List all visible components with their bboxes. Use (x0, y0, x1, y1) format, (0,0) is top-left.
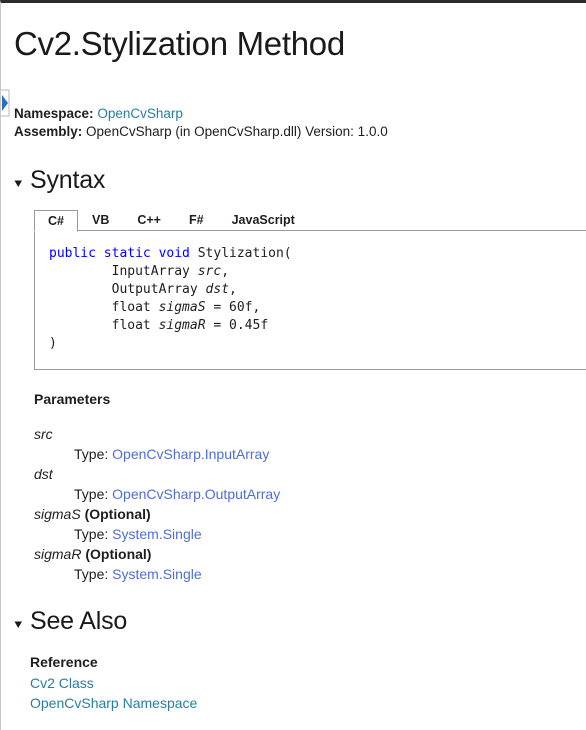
syntax-code-area: C# VB C++ F# JavaScript public static void S… (1, 209, 586, 370)
metadata-block: Namespace: OpenCvSharp Assembly: OpenCvS… (1, 65, 586, 141)
type-label: Type: (74, 526, 113, 542)
syntax-heading: Syntax (30, 166, 106, 194)
language-tab-f[interactable]: F# (175, 209, 218, 231)
namespace-line: Namespace: OpenCvSharp (14, 105, 586, 123)
language-tab-javascript[interactable]: JavaScript (218, 209, 309, 231)
parameter-type-row: Type: OpenCvSharp.InputArray (34, 444, 586, 464)
page-content: Cv2.Stylization Method Namespace: OpenCv… (1, 3, 586, 713)
see-also-links: Cv2 Class OpenCvSharp Namespace (30, 673, 586, 713)
reference-title: Reference (30, 654, 98, 670)
parameter-optional-tag: (Optional) (81, 546, 152, 562)
parameter-name: src (34, 426, 53, 442)
chevron-right-icon[interactable] (1, 89, 12, 117)
code-block: public static void Stylization( InputArr… (34, 230, 586, 370)
syntax-section-header[interactable]: Syntax (1, 165, 586, 195)
parameter-name: dst (34, 466, 53, 482)
parameter-name-row: sigmaS (Optional) (34, 504, 586, 524)
parameter-optional-tag: (Optional) (80, 506, 151, 522)
parameters-list: src Type: OpenCvSharp.InputArray dst Type: … (34, 424, 586, 584)
parameter-name-row: sigmaR (Optional) (34, 544, 586, 564)
see-also-link[interactable]: Cv2 Class (30, 673, 586, 693)
see-also-section-header[interactable]: See Also (1, 606, 586, 636)
type-label: Type: (74, 446, 113, 462)
namespace-label: Namespace: (14, 106, 94, 121)
parameter-type-link[interactable]: OpenCvSharp.OutputArray (112, 486, 280, 502)
namespace-link[interactable]: OpenCvSharp (97, 106, 183, 121)
parameter-name: sigmaR (34, 546, 82, 562)
assembly-value: OpenCvSharp (in OpenCvSharp.dll) Version… (86, 124, 388, 139)
assembly-line: Assembly: OpenCvSharp (in OpenCvSharp.dl… (14, 123, 586, 141)
parameter-type-link[interactable]: System.Single (112, 566, 201, 582)
see-also-content: Reference Cv2 Class OpenCvSharp Namespace (1, 652, 586, 713)
page-title: Cv2.Stylization Method (14, 25, 345, 62)
parameter-type-link[interactable]: System.Single (112, 526, 201, 542)
parameter-type-row: Type: System.Single (34, 524, 586, 544)
parameter-name-row: src (34, 424, 586, 444)
documentation-page: Cv2.Stylization Method Namespace: OpenCv… (0, 0, 586, 730)
language-tab-c[interactable]: C# (34, 210, 78, 232)
parameters-section: Parameters src Type: OpenCvSharp.InputArr… (1, 390, 586, 584)
parameter-name: sigmaS (34, 506, 81, 522)
language-tab-c[interactable]: C++ (123, 209, 175, 231)
triangle-down-icon (14, 179, 23, 188)
type-label: Type: (74, 486, 113, 502)
code-text: public static void Stylization( InputArr… (49, 246, 292, 351)
assembly-label: Assembly: (14, 124, 83, 139)
see-also-heading: See Also (30, 607, 128, 635)
parameter-type-row: Type: System.Single (34, 564, 586, 584)
language-tabstrip: C# VB C++ F# JavaScript (34, 209, 586, 232)
language-tab-vb[interactable]: VB (78, 209, 123, 231)
parameter-type-row: Type: OpenCvSharp.OutputArray (34, 484, 586, 504)
parameter-type-link[interactable]: OpenCvSharp.InputArray (112, 446, 269, 462)
parameter-name-row: dst (34, 464, 586, 484)
parameters-title: Parameters (34, 391, 111, 407)
triangle-down-icon (14, 620, 23, 629)
type-label: Type: (74, 566, 113, 582)
see-also-link[interactable]: OpenCvSharp Namespace (30, 693, 586, 713)
